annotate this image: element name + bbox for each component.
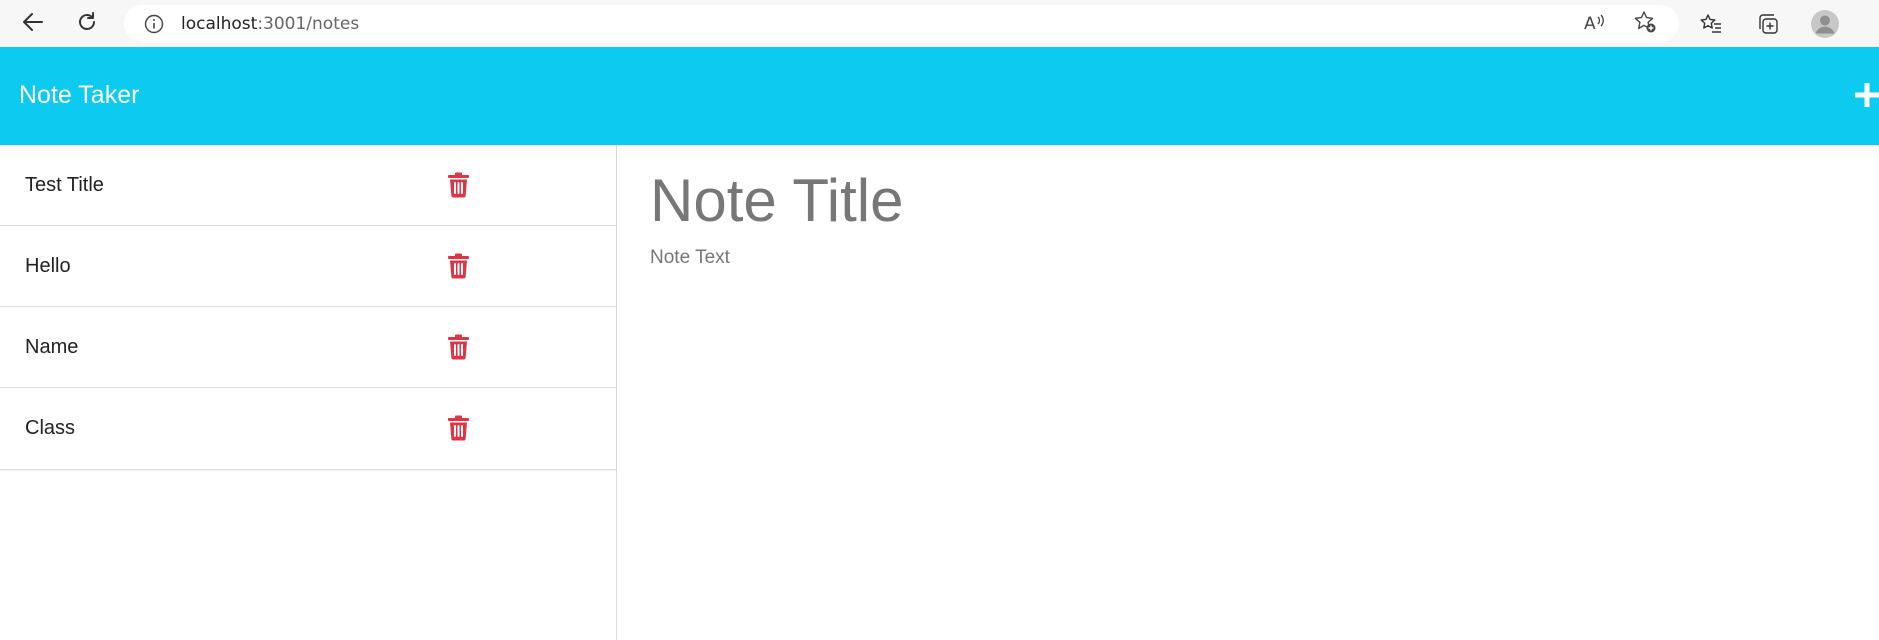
app-title[interactable]: Note Taker: [19, 79, 139, 111]
profile-avatar-icon[interactable]: [1808, 7, 1842, 41]
note-item-title[interactable]: Hello: [25, 252, 71, 280]
arrow-left-icon: [22, 11, 44, 37]
note-list-item[interactable]: Hello: [0, 226, 616, 307]
note-list-panel: Test Title Hello Name Class: [0, 145, 617, 640]
note-item-title[interactable]: Test Title: [25, 171, 104, 199]
note-text-input[interactable]: [650, 247, 1800, 607]
note-list-item[interactable]: Test Title: [0, 145, 616, 226]
note-list-item[interactable]: Name: [0, 307, 616, 388]
address-bar[interactable]: localhost:3001/notes A: [124, 5, 1679, 42]
note-list: Test Title Hello Name Class: [0, 145, 616, 470]
trash-icon[interactable]: [447, 172, 470, 198]
favorites-icon[interactable]: [1694, 7, 1728, 41]
url-path: :3001/notes: [257, 13, 360, 34]
trash-icon[interactable]: [447, 253, 470, 279]
collections-icon[interactable]: [1751, 7, 1785, 41]
star-add-icon[interactable]: [1633, 10, 1657, 38]
note-list-item[interactable]: Class: [0, 388, 616, 469]
read-aloud-icon[interactable]: A: [1583, 12, 1607, 36]
app-header: Note Taker: [0, 47, 1879, 145]
add-note-button[interactable]: [1853, 79, 1879, 111]
url-host: localhost: [181, 13, 258, 34]
note-title-input[interactable]: [650, 165, 1800, 235]
url-text[interactable]: localhost:3001/notes: [181, 14, 359, 34]
trash-icon[interactable]: [447, 415, 470, 441]
info-icon[interactable]: [144, 14, 164, 34]
refresh-icon: [76, 11, 98, 37]
browser-toolbar: localhost:3001/notes A: [0, 0, 1879, 47]
back-button[interactable]: [14, 5, 52, 43]
trash-icon[interactable]: [447, 334, 470, 360]
note-item-title[interactable]: Class: [25, 414, 75, 442]
plus-icon: [1853, 83, 1879, 115]
note-item-title[interactable]: Name: [25, 333, 78, 361]
svg-text:A: A: [1584, 14, 1596, 32]
refresh-button[interactable]: [68, 5, 106, 43]
note-editor: [650, 145, 1850, 640]
